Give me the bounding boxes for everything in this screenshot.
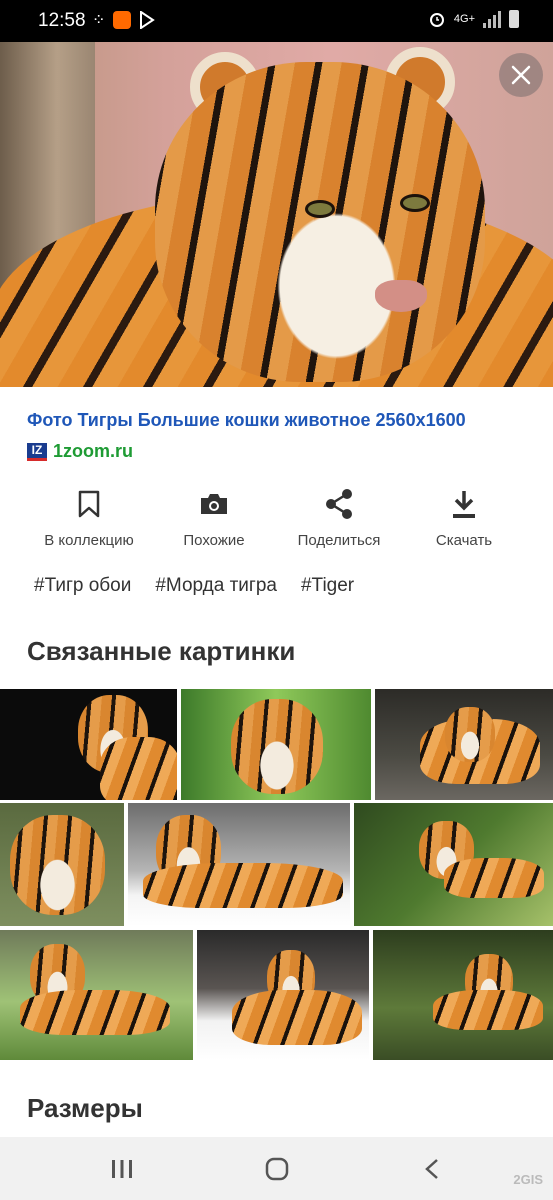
related-image-2[interactable] — [181, 689, 371, 800]
recent-apps-icon — [112, 1160, 132, 1178]
recent-apps-button[interactable] — [92, 1152, 152, 1186]
share-button[interactable]: Поделиться — [274, 488, 404, 549]
similar-label: Похожие — [183, 532, 245, 549]
main-image[interactable] — [0, 42, 553, 387]
share-icon — [326, 489, 352, 519]
source-domain: 1zoom.ru — [53, 441, 134, 461]
related-image-3[interactable] — [375, 689, 553, 800]
download-label: Скачать — [435, 532, 493, 549]
notification-dots-icon: ⁘ — [92, 12, 106, 29]
play-store-icon — [140, 11, 156, 29]
back-button[interactable] — [402, 1152, 462, 1186]
share-label: Поделиться — [297, 532, 381, 549]
system-nav-bar — [0, 1137, 553, 1200]
sizes-title: Размеры — [27, 1093, 143, 1123]
close-button[interactable] — [499, 53, 543, 97]
similar-button[interactable]: Похожие — [149, 488, 279, 549]
action-row: В коллекцию Похожие Поделиться Скачать — [0, 488, 553, 553]
back-icon — [425, 1159, 438, 1179]
alarm-icon — [429, 13, 444, 27]
related-image-4[interactable] — [0, 803, 124, 926]
app-notification-icon — [113, 11, 132, 29]
watermark: 2GIS — [513, 1172, 543, 1187]
tag-list: #Тигр обои #Морда тигра #Tiger — [34, 575, 354, 597]
related-image-8[interactable] — [197, 930, 369, 1060]
download-button[interactable]: Скачать — [399, 488, 529, 549]
related-image-9[interactable] — [373, 930, 553, 1060]
tag-tiger-wallpapers[interactable]: #Тигр обои — [34, 575, 131, 597]
close-icon — [511, 65, 531, 85]
add-to-collection-button[interactable]: В коллекцию — [24, 488, 154, 549]
battery-icon — [509, 10, 519, 28]
source-logo: IZ — [27, 442, 47, 461]
status-bar: 12:58 ⁘ 4G+ — [0, 0, 553, 42]
related-image-7[interactable] — [0, 930, 193, 1060]
bookmark-icon — [78, 490, 100, 518]
signal-icon — [483, 10, 501, 28]
camera-icon — [201, 494, 227, 514]
related-image-1[interactable] — [0, 689, 177, 800]
source-link[interactable]: IZ 1zoom.ru — [27, 441, 133, 462]
tag-tiger[interactable]: #Tiger — [301, 575, 354, 597]
home-icon — [265, 1157, 289, 1181]
download-icon — [453, 491, 475, 518]
home-button[interactable] — [247, 1152, 307, 1186]
tag-tiger-face[interactable]: #Морда тигра — [155, 575, 277, 597]
collection-label: В коллекцию — [44, 532, 134, 549]
related-image-5[interactable] — [128, 803, 350, 926]
related-image-6[interactable] — [354, 803, 553, 926]
network-type: 4G+ — [453, 13, 475, 25]
related-images-title: Связанные картинки — [27, 636, 296, 666]
image-title-link[interactable]: Фото Тигры Большие кошки животное 2560x1… — [27, 410, 537, 431]
status-time: 12:58 — [38, 10, 86, 31]
